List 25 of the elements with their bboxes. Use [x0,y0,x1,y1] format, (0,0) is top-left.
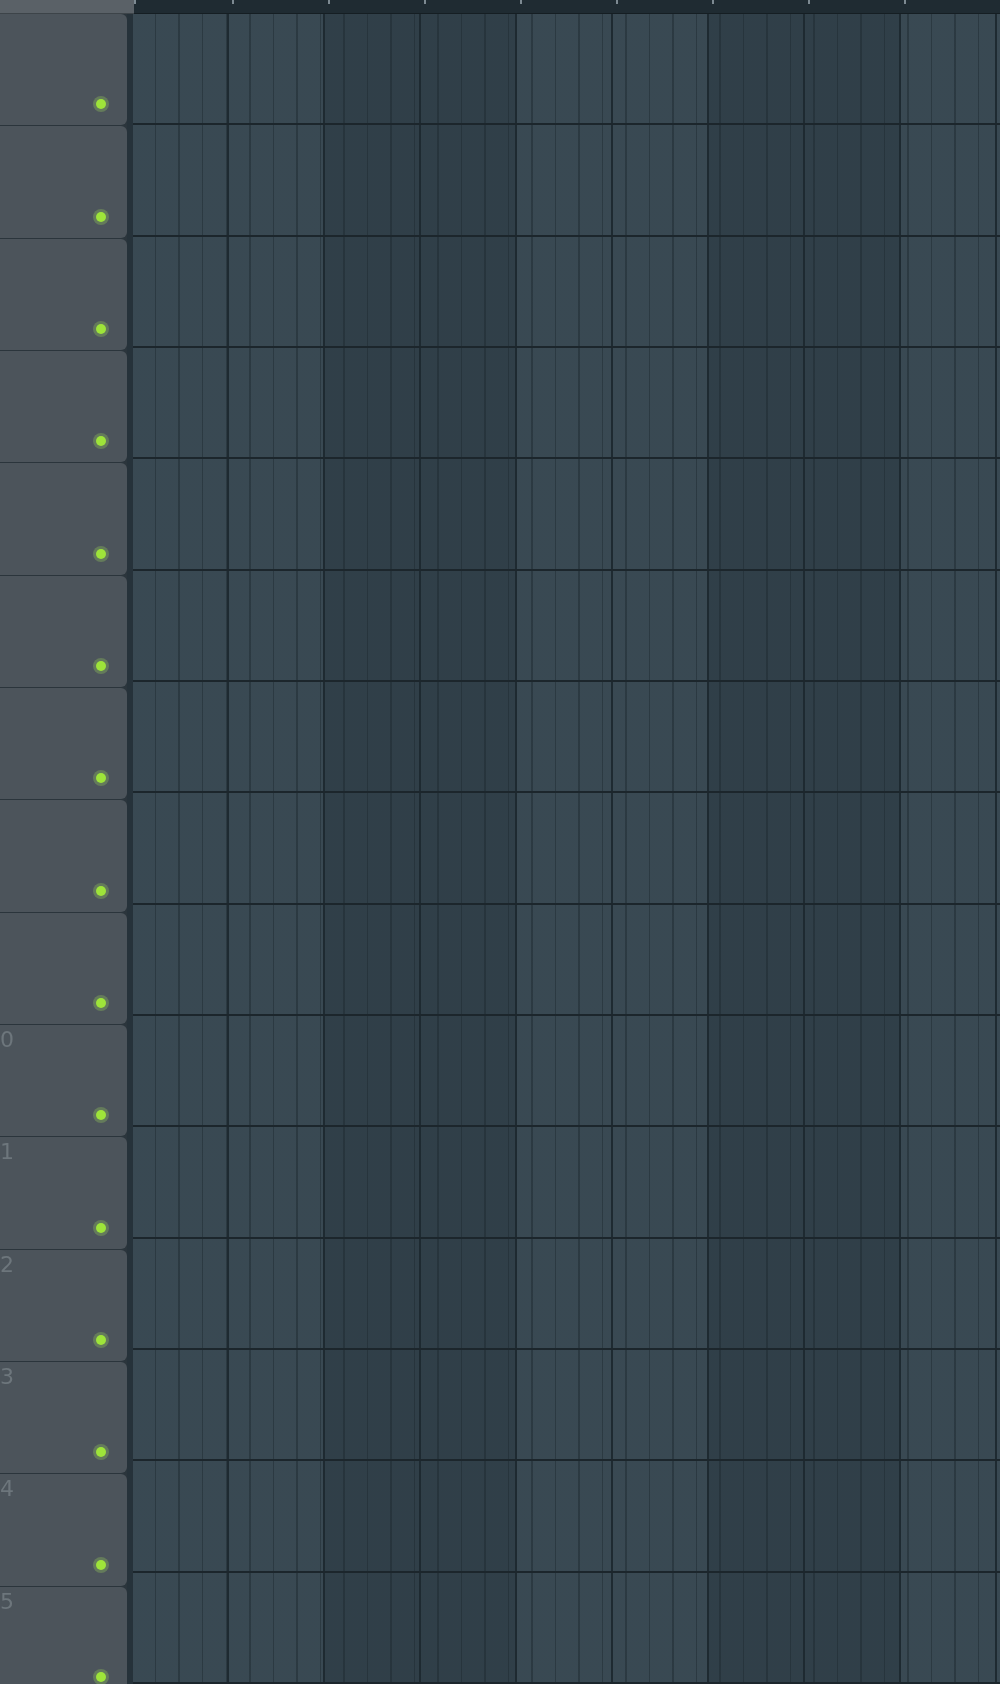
mute-led[interactable] [96,436,106,447]
mute-led[interactable] [96,324,106,334]
mute-led[interactable] [96,211,106,222]
mute-led[interactable] [96,1671,106,1682]
mute-led[interactable] [96,660,106,671]
mute-led[interactable] [96,1222,106,1233]
track-header[interactable] [0,14,127,126]
track-header[interactable] [0,463,127,575]
mute-led[interactable] [96,1447,106,1458]
mute-led[interactable] [96,885,106,896]
track-header[interactable] [0,351,127,463]
track-header[interactable] [0,912,127,1024]
track-header[interactable] [0,687,127,800]
mute-led[interactable] [96,1559,106,1570]
playlist-grid[interactable] [127,14,1000,1684]
track-header[interactable] [0,126,127,238]
mute-led[interactable] [96,1110,106,1121]
mute-led[interactable] [96,997,106,1008]
track-header[interactable] [0,238,127,350]
mute-led[interactable] [96,548,106,559]
mute-led[interactable] [96,773,106,784]
mute-led[interactable] [96,99,106,110]
track-header[interactable] [0,575,127,687]
track-header[interactable] [0,800,127,912]
mute-led[interactable] [96,1334,106,1345]
